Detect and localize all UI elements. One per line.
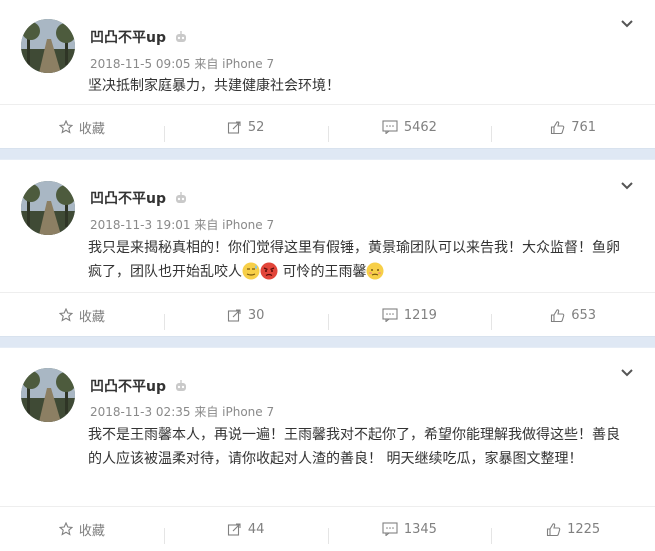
post-time[interactable]: 2018-11-5 09:05	[90, 57, 191, 71]
robot-icon	[176, 380, 186, 391]
like-count: 761	[571, 119, 597, 135]
post-text-part: 可怜的王雨馨	[282, 264, 367, 280]
username-text[interactable]: 凹凸不平up	[90, 30, 166, 46]
chevron-down-icon[interactable]	[619, 178, 635, 194]
thumbs-up-icon	[551, 120, 565, 134]
action-bar: 收藏 44 1345 1225	[0, 506, 655, 551]
like-button[interactable]: 1225	[491, 521, 655, 544]
post-text: 我不是王雨馨本人，再说一遍！王雨馨我对不起你了，希望你能理解我做得这些！善良的人…	[88, 427, 620, 467]
avatar[interactable]	[21, 19, 75, 73]
username-text[interactable]: 凹凸不平up	[90, 191, 166, 207]
post-source: 来自 iPhone 7	[194, 405, 275, 419]
username[interactable]: 凹凸不平up	[90, 27, 188, 47]
robot-icon	[176, 31, 186, 42]
avatar[interactable]	[21, 368, 75, 422]
star-icon	[58, 120, 73, 134]
post-source: 来自 iPhone 7	[194, 57, 275, 71]
thumbs-up-icon	[551, 308, 565, 322]
post-meta: 2018-11-5 09:05 来自 iPhone 7	[90, 55, 274, 72]
post-divider	[0, 336, 655, 348]
repost-count: 30	[247, 307, 265, 323]
weibo-post: 凹凸不平up 2018-11-5 09:05 来自 iPhone 7 坚决抵制家…	[0, 0, 655, 148]
post-meta: 2018-11-3 02:35 来自 iPhone 7	[90, 403, 274, 420]
repost-button[interactable]: 30	[163, 307, 328, 330]
post-text: 我只是来揭秘真相的！你们觉得这里有假锤，黄景瑜团队可以来告我！大众监督！鱼卵疯了…	[88, 236, 625, 284]
comment-icon	[382, 308, 398, 322]
comment-button[interactable]: 1345	[327, 521, 492, 544]
like-count: 653	[571, 307, 597, 323]
like-button[interactable]: 653	[491, 307, 655, 330]
favorite-label: 收藏	[78, 523, 105, 539]
username[interactable]: 凹凸不平up	[90, 188, 188, 208]
like-button[interactable]: 761	[491, 119, 655, 142]
favorite-label: 收藏	[78, 121, 105, 137]
comment-button[interactable]: 1219	[327, 307, 492, 330]
weibo-post: 凹凸不平up 2018-11-3 02:35 来自 iPhone 7 我不是王雨…	[0, 348, 655, 551]
avatar[interactable]	[21, 181, 75, 235]
repost-button[interactable]: 52	[163, 119, 328, 142]
post-divider	[0, 148, 655, 160]
sweat-smile-emoji-icon	[242, 262, 260, 280]
favorite-button[interactable]: 收藏	[0, 520, 164, 539]
comment-count: 1219	[403, 307, 437, 323]
repost-count: 44	[247, 521, 265, 537]
weibo-post: 凹凸不平up 2018-11-3 19:01 来自 iPhone 7 我只是来揭…	[0, 160, 655, 336]
chevron-down-icon[interactable]	[619, 16, 635, 32]
chevron-down-icon[interactable]	[619, 365, 635, 381]
sad-face-emoji-icon	[366, 262, 384, 280]
repost-button[interactable]: 44	[163, 521, 328, 544]
comment-icon	[382, 522, 398, 536]
username[interactable]: 凹凸不平up	[90, 376, 188, 396]
post-source: 来自 iPhone 7	[194, 218, 275, 232]
like-count: 1225	[567, 521, 601, 537]
share-icon	[227, 308, 241, 322]
post-meta: 2018-11-3 19:01 来自 iPhone 7	[90, 216, 274, 233]
favorite-label: 收藏	[78, 309, 105, 325]
comment-button[interactable]: 5462	[327, 119, 492, 142]
repost-count: 52	[247, 119, 265, 135]
share-icon	[227, 120, 241, 134]
favorite-button[interactable]: 收藏	[0, 118, 164, 137]
star-icon	[58, 522, 73, 536]
favorite-button[interactable]: 收藏	[0, 306, 164, 325]
post-time[interactable]: 2018-11-3 02:35	[90, 405, 191, 419]
angry-face-emoji-icon	[260, 262, 278, 280]
comment-count: 5462	[403, 119, 437, 135]
action-bar: 收藏 52 5462 761	[0, 104, 655, 149]
comment-count: 1345	[403, 521, 437, 537]
username-text[interactable]: 凹凸不平up	[90, 379, 166, 395]
action-bar: 收藏 30 1219 653	[0, 292, 655, 337]
post-text: 坚决抵制家庭暴力，共建健康社会环境！	[88, 78, 340, 94]
post-time[interactable]: 2018-11-3 19:01	[90, 218, 191, 232]
thumbs-up-icon	[547, 522, 561, 536]
comment-icon	[382, 120, 398, 134]
robot-icon	[176, 192, 186, 203]
share-icon	[227, 522, 241, 536]
star-icon	[58, 308, 73, 322]
